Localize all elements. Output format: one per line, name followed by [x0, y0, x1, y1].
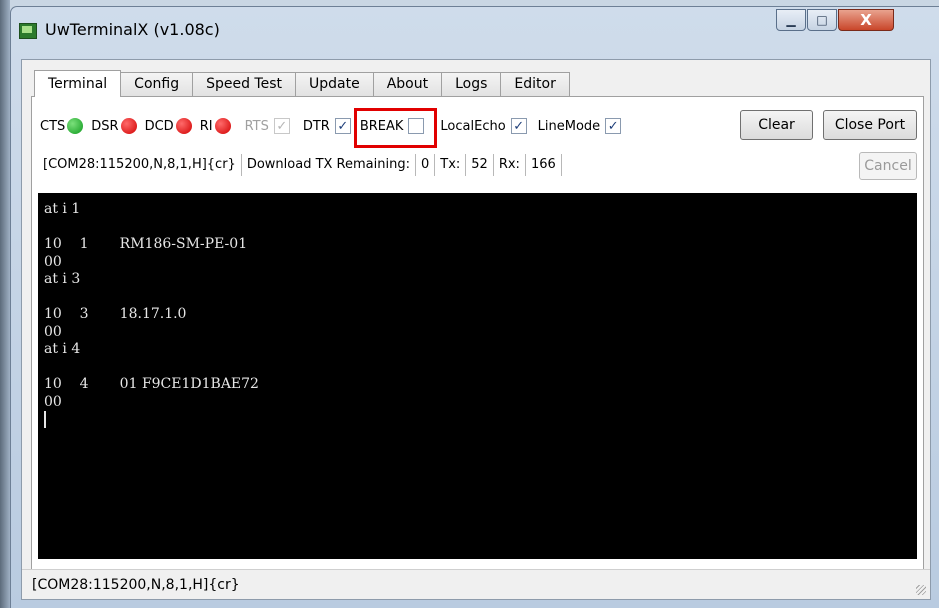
linemode-checkbox[interactable]: ✓ — [605, 118, 622, 134]
maximize-button[interactable]: □ — [807, 9, 837, 31]
maximize-icon: □ — [816, 13, 828, 27]
terminal-output[interactable]: at i 1 10 1 RM186-SM-PE-01 00 at i 3 10 … — [38, 193, 917, 559]
tab-update[interactable]: Update — [295, 72, 374, 96]
terminal-panel: CTS DSR DCD RI RTS ✓ DTR ✓ BREAK LocalEc… — [31, 96, 924, 593]
status-bar: [COM28:115200,N,8,1,H]{cr} — [22, 569, 930, 599]
status-led-icon — [67, 118, 84, 134]
text-cursor — [44, 411, 46, 428]
status-bar-text: [COM28:115200,N,8,1,H]{cr} — [32, 577, 240, 593]
terminal-line: at i 3 — [44, 271, 81, 287]
cancel-button[interactable]: Cancel — [859, 152, 917, 180]
signal-dsr: DSR — [91, 118, 137, 134]
linemode-checkbox-group: LineMode ✓ — [538, 118, 622, 134]
close-window-button[interactable]: X — [838, 9, 894, 31]
tab-config[interactable]: Config — [120, 72, 194, 96]
signal-label: CTS — [40, 118, 66, 134]
signal-label: RI — [199, 118, 213, 134]
terminal-line: 10 4 01 F9CE1D1BAE72 — [44, 376, 259, 392]
terminal-line: 10 3 18.17.1.0 — [44, 306, 187, 322]
localecho-checkbox[interactable]: ✓ — [510, 118, 527, 134]
minimize-button[interactable]: ▁ — [776, 9, 806, 31]
dtr-highlight-box — [354, 108, 437, 148]
rx-label: Rx: — [494, 154, 526, 176]
client-area: Terminal Config Speed Test Update About … — [21, 59, 931, 600]
window-title: UwTerminalX (v1.08c) — [45, 20, 220, 39]
tx-label: Tx: — [435, 154, 467, 176]
dtr-checkbox[interactable]: ✓ — [334, 118, 351, 134]
signal-cts: CTS — [40, 118, 84, 134]
rts-label: RTS — [244, 118, 269, 134]
terminal-app-icon — [19, 23, 37, 39]
signal-ri: RI — [200, 118, 231, 134]
terminal-line: 00 — [44, 323, 62, 340]
desktop-edge — [0, 0, 10, 608]
status-led-icon — [175, 118, 192, 134]
tab-logs[interactable]: Logs — [441, 72, 502, 96]
terminal-line: 10 1 RM186-SM-PE-01 — [44, 236, 248, 252]
tx-count: 52 — [466, 154, 494, 176]
tab-speed-test[interactable]: Speed Test — [192, 72, 296, 96]
terminal-line: 00 — [44, 253, 62, 270]
title-bar[interactable]: UwTerminalX (v1.08c) ▁ □ X — [11, 7, 939, 53]
close-port-button[interactable]: Close Port — [823, 110, 917, 140]
clear-button[interactable]: Clear — [740, 110, 813, 140]
terminal-line: at i 4 — [44, 341, 81, 357]
app-window: UwTerminalX (v1.08c) ▁ □ X Terminal Conf… — [10, 6, 939, 608]
status-led-icon — [214, 118, 231, 134]
tab-bar: Terminal Config Speed Test Update About … — [34, 70, 570, 97]
tab-terminal[interactable]: Terminal — [34, 70, 122, 97]
localecho-checkbox-group: LocalEcho ✓ — [440, 118, 527, 134]
rts-checkbox-group: RTS ✓ — [245, 118, 290, 134]
signal-label: DSR — [91, 118, 119, 134]
resize-grip-icon[interactable] — [916, 585, 926, 595]
port-settings: [COM28:115200,N,8,1,H]{cr} — [38, 154, 242, 176]
minimize-icon: ▁ — [786, 13, 796, 27]
localecho-label: LocalEcho — [440, 118, 506, 134]
signal-label: DCD — [144, 118, 174, 134]
rts-checkbox[interactable]: ✓ — [273, 118, 290, 134]
download-remaining-value: 0 — [416, 154, 436, 176]
signal-dcd: DCD — [145, 118, 192, 134]
terminal-line: at i 1 — [44, 201, 81, 217]
control-row: CTS DSR DCD RI RTS ✓ DTR ✓ BREAK LocalEc… — [40, 114, 630, 138]
port-status-row: [COM28:115200,N,8,1,H]{cr} Download TX R… — [38, 154, 562, 176]
dtr-label: DTR — [302, 118, 330, 134]
close-icon: X — [860, 11, 872, 29]
tab-about[interactable]: About — [372, 72, 443, 96]
status-led-icon — [120, 118, 137, 134]
download-remaining-label: Download TX Remaining: — [242, 154, 416, 176]
tab-editor[interactable]: Editor — [500, 72, 570, 96]
dtr-checkbox-group: DTR ✓ — [303, 118, 351, 134]
rx-count: 166 — [526, 154, 562, 176]
linemode-label: LineMode — [537, 118, 601, 134]
terminal-line: 00 — [44, 393, 62, 410]
